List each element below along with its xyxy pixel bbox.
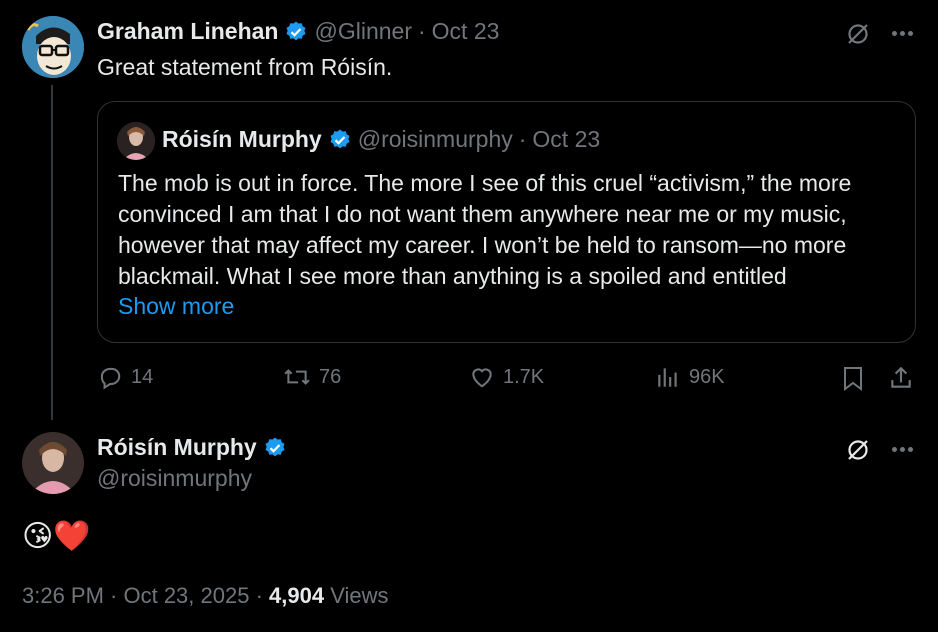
views-count: 96K [689,365,725,388]
reply-author-name[interactable]: Róisín Murphy [97,434,257,461]
author-handle[interactable]: @Glinner [314,18,412,45]
separator-dot: · [417,18,426,44]
tweet-text: Great statement from Róisín. [97,54,393,80]
grok-icon[interactable] [844,20,872,48]
author-avatar[interactable] [22,16,84,78]
like-button[interactable]: 1.7K [469,364,544,390]
quote-text: The mob is out in force. The more I see … [118,170,852,289]
more-options-icon[interactable] [888,26,916,40]
reply-header: Róisín Murphy [97,434,287,461]
show-more-link[interactable]: Show more [118,293,234,320]
reply-count: 14 [131,365,154,388]
reply-text-emoji: 😘❤️ [22,520,91,553]
heart-icon [472,368,492,388]
author-name[interactable]: Graham Linehan [97,18,278,45]
tweet-header: Graham Linehan @Glinner · Oct 23 [97,18,499,45]
tweet-date[interactable]: Oct 23 [432,18,500,45]
share-icon[interactable] [887,364,915,392]
analytics-icon [658,368,677,387]
verified-badge-icon[interactable] [263,436,287,460]
reply-author-handle[interactable]: @roisinmurphy [97,465,252,492]
quote-header: Róisín Murphy @roisinmurphy · Oct 23 [162,126,600,153]
more-options-icon[interactable] [888,442,916,456]
reply-icon [100,367,121,390]
reply-timestamp[interactable]: 3:26 PM · Oct 23, 2025 · [22,583,269,608]
repost-icon [284,369,310,385]
thread-line [51,85,53,420]
repost-count: 76 [319,365,342,388]
reply-button[interactable]: 14 [97,364,153,390]
quote-author-avatar [117,122,155,160]
quote-author-name: Róisín Murphy [162,126,322,152]
reply-views-count: 4,904 [269,583,325,608]
verified-badge-icon [330,129,350,148]
reply-meta: 3:26 PM · Oct 23, 2025 · 4,904 Views [22,583,388,609]
quote-author-handle: @roisinmurphy [357,126,513,152]
like-count: 1.7K [503,365,545,388]
separator-dot: · [518,126,527,152]
reply-views-label: Views [324,583,389,608]
verified-badge-icon[interactable] [284,20,308,44]
reply-author-avatar[interactable] [22,432,84,494]
repost-button[interactable]: 76 [283,364,341,390]
cartoon-avatar-image [22,16,84,78]
bookmark-icon[interactable] [840,364,866,392]
quote-date: Oct 23 [532,126,601,152]
quoted-tweet-card[interactable]: Róisín Murphy @roisinmurphy · Oct 23 The… [97,101,916,343]
grok-icon[interactable] [844,436,872,464]
views-button[interactable]: 96K [655,364,725,390]
